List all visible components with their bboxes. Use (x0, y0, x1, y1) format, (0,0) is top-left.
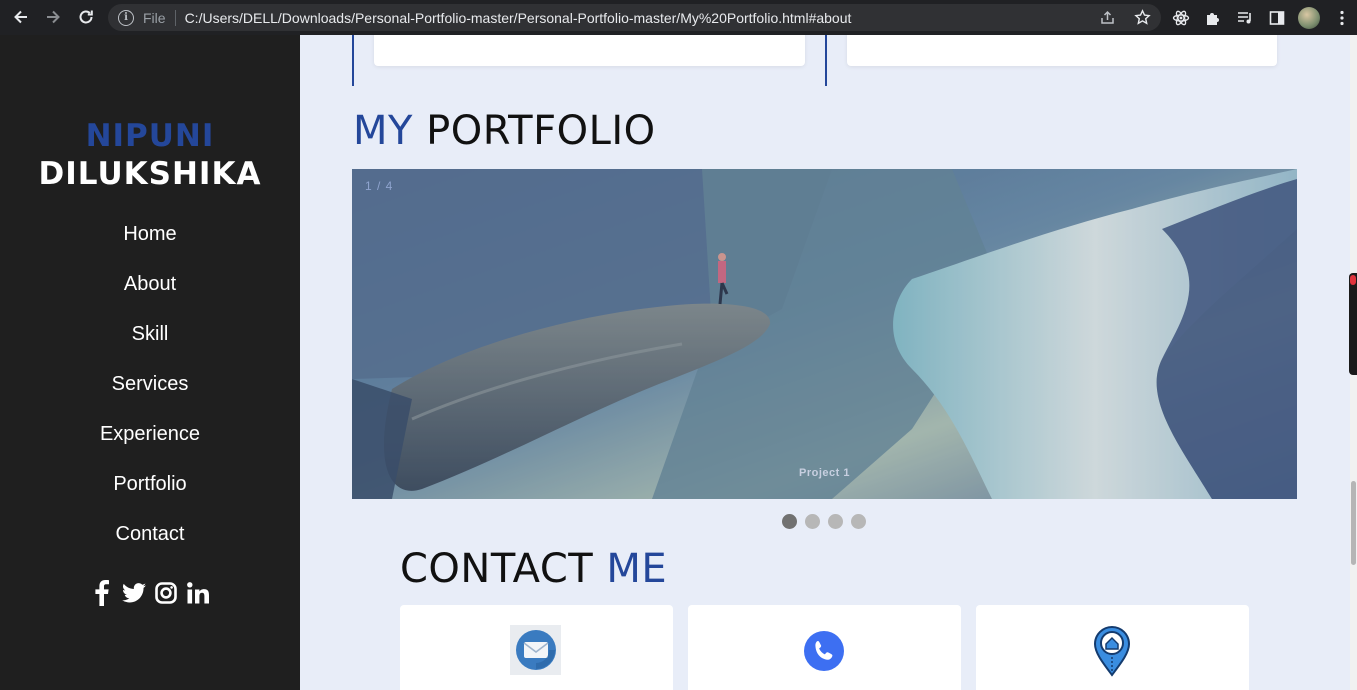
reload-icon[interactable] (70, 1, 102, 33)
scheme-label: File (143, 9, 166, 26)
linkedin-icon[interactable] (186, 580, 210, 606)
sidebar-menu: Home About Skill Services Experience Por… (0, 209, 300, 559)
extension-side-tab[interactable] (1349, 273, 1357, 375)
nav-item-skill[interactable]: Skill (0, 309, 300, 359)
slide-dot[interactable] (782, 514, 797, 529)
omnibox-separator (174, 9, 176, 26)
contact-card-phone[interactable] (688, 605, 961, 690)
extensions-puzzle-icon[interactable] (1202, 7, 1223, 28)
slide-dots (782, 514, 866, 529)
contact-title-accent: ME (606, 546, 668, 592)
back-icon[interactable] (5, 1, 37, 33)
nav-item-experience[interactable]: Experience (0, 409, 300, 459)
info-icon[interactable]: i (118, 9, 134, 26)
nav-item-home[interactable]: Home (0, 209, 300, 259)
slide-dot[interactable] (805, 514, 820, 529)
main-content: MY PORTFOLIO 1 / 4 Project 1 CONTACT ME (300, 35, 1350, 690)
slide-image (352, 169, 1297, 499)
nav-item-contact[interactable]: Contact (0, 509, 300, 559)
social-links (0, 580, 300, 606)
instagram-icon[interactable] (154, 580, 178, 606)
sidebar: NIPUNI DILUKSHIKA Home About Skill Servi… (0, 35, 300, 690)
portfolio-slideshow[interactable]: 1 / 4 Project 1 (352, 169, 1297, 499)
contact-card-location[interactable] (976, 605, 1249, 690)
location-icon (1093, 625, 1131, 677)
bookmark-star-icon[interactable] (1132, 7, 1153, 28)
address-bar[interactable]: i File C:/Users/DELL/Downloads/Personal-… (108, 4, 1161, 31)
profile-avatar[interactable] (1298, 6, 1320, 29)
side-panel-icon[interactable] (1266, 7, 1287, 28)
brand-first-name: NIPUNI (85, 118, 215, 154)
kebab-menu-icon[interactable] (1331, 7, 1352, 28)
portfolio-title-accent: MY (353, 108, 413, 154)
portfolio-title: MY PORTFOLIO (353, 108, 656, 154)
email-icon (510, 625, 561, 675)
scrollbar-thumb[interactable] (1351, 481, 1356, 565)
slide-caption: Project 1 (799, 467, 850, 479)
experience-card (847, 35, 1277, 66)
timeline-line (825, 35, 827, 86)
phone-icon (803, 630, 845, 672)
nav-item-portfolio[interactable]: Portfolio (0, 459, 300, 509)
brand-last-name: DILUKSHIKA (38, 156, 262, 192)
slide-dot[interactable] (828, 514, 843, 529)
portfolio-title-rest: PORTFOLIO (426, 108, 656, 154)
slide-counter: 1 / 4 (365, 179, 394, 193)
experience-card (374, 35, 805, 66)
share-icon[interactable] (1097, 7, 1118, 28)
facebook-icon[interactable] (90, 580, 114, 606)
browser-toolbar: i File C:/Users/DELL/Downloads/Personal-… (0, 0, 1357, 35)
url-text[interactable]: C:/Users/DELL/Downloads/Personal-Portfol… (185, 10, 852, 26)
nav-item-about[interactable]: About (0, 259, 300, 309)
twitter-icon[interactable] (122, 580, 146, 606)
contact-card-email[interactable] (400, 605, 673, 690)
forward-icon[interactable] (37, 1, 69, 33)
contact-title-plain: CONTACT (400, 546, 594, 592)
brand-name: NIPUNI DILUKSHIKA (0, 117, 300, 193)
nav-item-services[interactable]: Services (0, 359, 300, 409)
slide-dot[interactable] (851, 514, 866, 529)
media-queue-icon[interactable] (1234, 7, 1255, 28)
contact-title: CONTACT ME (400, 546, 667, 592)
react-devtools-icon[interactable] (1170, 7, 1191, 28)
timeline-line (352, 35, 354, 86)
